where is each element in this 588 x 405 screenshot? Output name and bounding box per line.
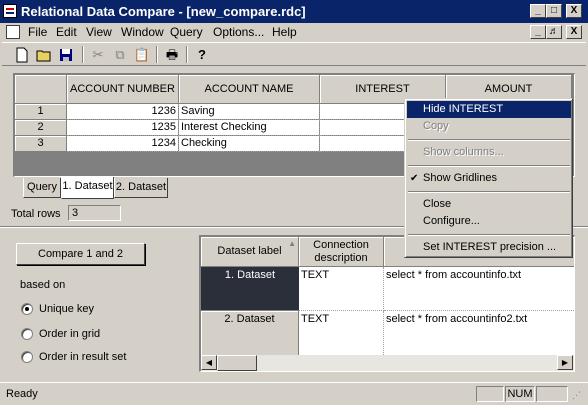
row-header[interactable]: 3 — [15, 135, 67, 152]
resize-grip-icon[interactable]: ⋰ — [572, 389, 585, 402]
menu-item-show-columns[interactable]: Show columns... — [407, 144, 571, 161]
column-header-dataset-label[interactable]: Dataset label ▲ — [201, 237, 299, 267]
toolbar: ✂ ⧉ 📋 🖶 ? — [2, 42, 586, 66]
mdi-close-button[interactable]: X — [566, 25, 582, 39]
scroll-thumb[interactable] — [217, 355, 257, 371]
total-rows-label: Total rows — [11, 208, 61, 220]
menu-help[interactable]: Help — [272, 25, 297, 39]
sort-arrow-icon: ▲ — [288, 239, 296, 248]
paste-icon[interactable]: 📋 — [132, 45, 152, 64]
radio-order-in-grid[interactable] — [21, 328, 33, 340]
menu-item-close[interactable]: Close — [407, 196, 571, 213]
row-header[interactable]: 1 — [15, 103, 67, 120]
row-header[interactable]: 2 — [15, 119, 67, 136]
menu-item-hide-interest[interactable]: Hide INTEREST — [407, 101, 571, 118]
tab-dataset-2[interactable]: 2. Dataset — [114, 178, 168, 198]
total-rows-value: 3 — [68, 205, 121, 221]
help-icon[interactable]: ? — [192, 45, 212, 64]
document-icon[interactable] — [6, 25, 20, 39]
grid-corner[interactable] — [15, 75, 67, 104]
toolbar-separator — [156, 46, 158, 63]
save-icon[interactable] — [56, 45, 76, 64]
cell-account-name[interactable]: Saving — [178, 103, 320, 120]
scroll-right-icon[interactable]: ▶ — [557, 355, 573, 370]
menu-query[interactable]: Query — [170, 25, 203, 39]
cell-connection[interactable]: TEXT — [299, 267, 384, 311]
menu-separator — [408, 191, 570, 193]
based-on-label: based on — [20, 279, 66, 291]
column-header-account-name[interactable]: ACCOUNT NAME — [178, 75, 320, 104]
cell-query[interactable]: select * from accountinfo2.txt — [384, 311, 574, 355]
menu-item-configure[interactable]: Configure... — [407, 213, 571, 230]
toolbar-separator — [186, 46, 188, 63]
status-text: Ready — [6, 388, 38, 400]
menu-window[interactable]: Window — [121, 25, 164, 39]
compare-button[interactable]: Compare 1 and 2 — [16, 243, 145, 265]
new-document-icon[interactable] — [12, 45, 32, 64]
column-header-dataset-label-text: Dataset label — [217, 245, 282, 257]
radio-unique-key[interactable] — [21, 303, 33, 315]
app-icon[interactable] — [3, 4, 17, 18]
copy-icon[interactable]: ⧉ — [110, 45, 130, 64]
status-num: NUM — [505, 386, 535, 402]
open-folder-icon[interactable] — [34, 45, 54, 64]
menu-separator — [408, 139, 570, 141]
menu-separator — [408, 165, 570, 167]
menu-view[interactable]: View — [86, 25, 112, 39]
radio-order-in-result-set[interactable] — [21, 351, 33, 363]
menu-separator — [408, 234, 570, 236]
menu-edit[interactable]: Edit — [56, 25, 77, 39]
dataset-row-label[interactable]: 2. Dataset — [201, 311, 299, 355]
status-panel-caps — [476, 386, 504, 402]
dataset-row-label-selected[interactable]: 1. Dataset — [201, 267, 299, 311]
menu-item-show-gridlines[interactable]: Show Gridlines — [407, 170, 571, 187]
status-panel-scroll — [536, 386, 568, 402]
context-menu: Hide INTEREST Copy Show columns... ✔ Sho… — [404, 98, 573, 258]
radio-order-in-result-set-label[interactable]: Order in result set — [39, 351, 126, 363]
cell-account-name[interactable]: Checking — [178, 135, 320, 152]
cell-account-name[interactable]: Interest Checking — [178, 119, 320, 136]
close-button[interactable]: X — [566, 4, 582, 18]
menu-bar: File Edit View Window Query Options... H… — [0, 23, 588, 42]
menu-file[interactable]: File — [28, 25, 47, 39]
menu-item-copy[interactable]: Copy — [407, 118, 571, 135]
tab-query[interactable]: Query — [23, 178, 61, 198]
cell-query[interactable]: select * from accountinfo.txt — [384, 267, 574, 311]
toolbar-separator — [82, 46, 84, 63]
scroll-left-icon[interactable]: ◀ — [201, 355, 217, 370]
radio-order-in-grid-label[interactable]: Order in grid — [39, 328, 100, 340]
mdi-minimize-button[interactable]: _ — [530, 25, 546, 39]
radio-unique-key-label[interactable]: Unique key — [39, 303, 94, 315]
cell-connection[interactable]: TEXT — [299, 311, 384, 355]
column-header-account-number[interactable]: ACCOUNT NUMBER — [66, 75, 179, 104]
cut-icon[interactable]: ✂ — [88, 45, 108, 64]
minimize-button[interactable]: _ — [530, 4, 546, 18]
tab-dataset-1[interactable]: 1. Dataset — [61, 177, 114, 199]
menu-options[interactable]: Options... — [213, 25, 264, 39]
cell-account-number[interactable]: 1235 — [66, 119, 179, 136]
cell-account-number[interactable]: 1234 — [66, 135, 179, 152]
maximize-button[interactable]: □ — [546, 4, 562, 18]
window-title: Relational Data Compare - [new_compare.r… — [21, 4, 306, 19]
title-bar[interactable]: Relational Data Compare - [new_compare.r… — [0, 0, 588, 23]
mdi-restore-button[interactable]: ♬ — [546, 25, 562, 39]
column-header-connection-description[interactable]: Connection description — [299, 237, 384, 267]
status-bar: Ready NUM ⋰ — [0, 382, 588, 405]
print-icon[interactable]: 🖶 — [162, 45, 182, 64]
menu-item-set-interest-precision[interactable]: Set INTEREST precision ... — [407, 239, 571, 256]
horizontal-scrollbar[interactable]: ◀ ▶ — [201, 355, 574, 371]
cell-account-number[interactable]: 1236 — [66, 103, 179, 120]
